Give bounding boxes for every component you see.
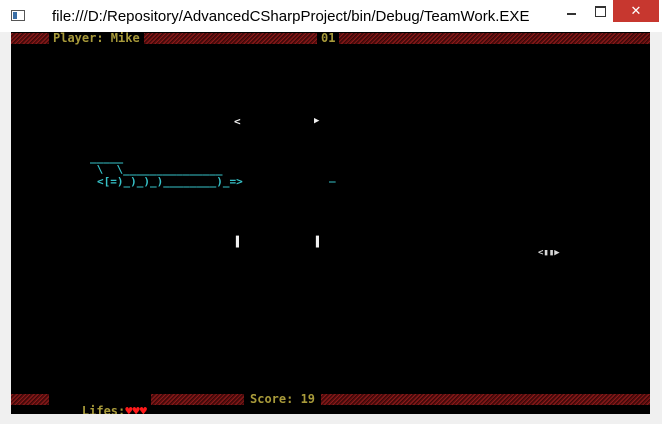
lives-display: Lifes:♥♥♥ <box>49 393 151 414</box>
title-bar: file:///D:/Repository/AdvancedCSharpProj… <box>0 0 662 32</box>
projectile-right-arrow: ▶ <box>314 116 320 126</box>
maximize-icon <box>594 5 606 17</box>
enemy-ship: <▮▮▶ <box>538 248 560 258</box>
maximize-button[interactable] <box>585 0 615 22</box>
minimize-icon <box>566 13 576 15</box>
player-ship-top: _____ <box>90 151 124 164</box>
game-console[interactable]: Player: Mike 01 _____ \ \_______________… <box>11 32 650 414</box>
close-button[interactable]: ✕ <box>613 0 659 22</box>
window-title: file:///D:/Repository/AdvancedCSharpProj… <box>52 8 530 25</box>
player-name: Player: Mike <box>49 32 144 44</box>
level-indicator: 01 <box>317 32 340 44</box>
lives-label: Lifes: <box>81 404 126 414</box>
projectile-block-left: ▌ <box>236 237 243 248</box>
score-display: Score: 19 <box>244 393 322 405</box>
enemy-dash: _ <box>329 170 336 183</box>
projectile-left-arrow: < <box>234 115 241 128</box>
player-ship-middle: \ \_______________ <box>90 163 223 176</box>
close-icon: ✕ <box>630 3 642 19</box>
lives-hearts: ♥♥♥ <box>125 404 147 414</box>
window-right-edge <box>650 32 662 414</box>
minimize-button[interactable] <box>556 0 586 22</box>
window-bottom-edge <box>0 414 662 424</box>
console-app-icon[interactable] <box>11 10 25 21</box>
player-ship-body: <[=)_)_)_)________)_=> <box>97 175 243 188</box>
projectile-block-right: ▌ <box>316 237 323 248</box>
